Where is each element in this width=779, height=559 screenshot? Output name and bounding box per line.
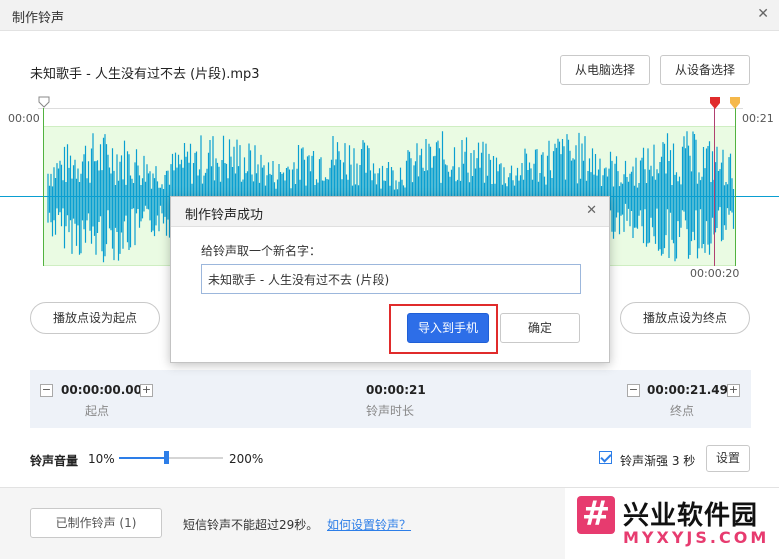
select-from-device-button[interactable]: 从设备选择 — [660, 55, 750, 85]
title-bar: 制作铃声 ✕ — [0, 0, 779, 31]
end-time-value: 00:00:21.498 — [647, 383, 737, 397]
start-time-value: 00:00:00.000 — [61, 383, 151, 397]
made-ringtones-button[interactable]: 已制作铃声 (1) — [30, 508, 162, 538]
volume-slider-thumb[interactable] — [163, 451, 169, 464]
window-title: 制作铃声 — [12, 11, 65, 26]
fade-in-label: 铃声渐强 3 秒 — [620, 454, 696, 468]
dialog-ok-button[interactable]: 确定 — [500, 313, 580, 343]
dialog-header: 制作铃声成功 ✕ — [171, 197, 609, 227]
watermark: 兴业软件园 MYXYJS.COM — [565, 488, 779, 559]
end-line — [735, 108, 736, 266]
start-line — [43, 108, 44, 266]
end-decrement-button[interactable]: − — [627, 384, 640, 397]
watermark-domain: MYXYJS.COM — [623, 528, 770, 547]
watermark-name: 兴业软件园 — [623, 501, 759, 531]
set-end-button[interactable]: 播放点设为终点 — [620, 302, 750, 334]
timeline-ruler — [38, 108, 743, 109]
range-panel: − 00:00:00.000 + 起点 00:00:21 铃声时长 − 00:0… — [30, 370, 751, 428]
fade-settings-button[interactable]: 设置 — [706, 445, 750, 472]
file-name: 未知歌手 - 人生没有过不去 (片段).mp3 — [30, 67, 260, 82]
select-from-pc-button[interactable]: 从电脑选择 — [560, 55, 650, 85]
volume-max-label: 200% — [229, 452, 264, 466]
start-increment-button[interactable]: + — [140, 384, 153, 397]
dialog-title: 制作铃声成功 — [185, 208, 264, 223]
start-label: 起点 — [85, 404, 110, 418]
playhead-marker-icon[interactable] — [709, 96, 721, 110]
volume-slider-fill — [119, 457, 166, 459]
duration-value: 00:00:21 — [366, 383, 426, 397]
end-label: 终点 — [670, 404, 695, 418]
volume-slider-track[interactable] — [119, 457, 223, 459]
success-dialog: 制作铃声成功 ✕ 给铃声取一个新名字： 导入到手机 确定 — [170, 196, 610, 363]
import-to-phone-button[interactable]: 导入到手机 — [407, 313, 489, 343]
timeline-start-label: 00:00 — [8, 112, 40, 125]
volume-min-label: 10% — [88, 452, 115, 466]
set-start-button[interactable]: 播放点设为起点 — [30, 302, 160, 334]
end-marker-icon[interactable] — [729, 96, 741, 110]
playhead-line — [714, 108, 715, 266]
timeline-end-label: 00:21 — [742, 112, 774, 125]
watermark-logo-icon — [577, 494, 615, 534]
duration-label: 铃声时长 — [366, 404, 415, 418]
ringtone-name-input[interactable] — [201, 264, 581, 294]
end-increment-button[interactable]: + — [727, 384, 740, 397]
start-marker-icon[interactable] — [38, 96, 50, 108]
howto-link[interactable]: 如何设置铃声？ — [327, 516, 411, 533]
start-decrement-button[interactable]: − — [40, 384, 53, 397]
dialog-prompt: 给铃声取一个新名字： — [201, 244, 322, 258]
dialog-close-icon[interactable]: ✕ — [586, 203, 597, 218]
volume-label: 铃声音量 — [30, 454, 79, 468]
close-icon[interactable]: ✕ — [757, 6, 769, 22]
sms-note: 短信铃声不能超过29秒。 — [183, 518, 319, 532]
fade-in-checkbox[interactable] — [599, 451, 612, 464]
end-marker-time: 00:00:20 — [690, 267, 740, 280]
